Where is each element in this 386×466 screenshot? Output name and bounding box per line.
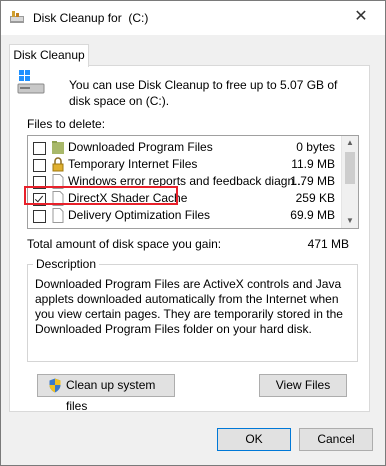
folder-icon (52, 141, 64, 154)
clean-up-system-files-label: Clean up system files (66, 378, 156, 413)
ok-button[interactable]: OK (217, 428, 291, 451)
lock-icon (52, 157, 64, 172)
highlight-box (24, 186, 178, 205)
file-size: 1.79 MB (290, 174, 335, 188)
title-bar: Disk Cleanup for (C:) ✕ (1, 1, 385, 35)
list-item[interactable]: Delivery Optimization Files 69.9 MB (28, 207, 341, 224)
intro-text: You can use Disk Cleanup to free up to 5… (69, 78, 338, 108)
total-label: Total amount of disk space you gain: (27, 237, 222, 251)
tab-disk-cleanup[interactable]: Disk Cleanup (9, 44, 89, 67)
view-files-button[interactable]: View Files (259, 374, 347, 397)
file-size: 69.9 MB (290, 208, 335, 222)
file-size: 259 KB (295, 191, 335, 205)
close-icon: ✕ (354, 8, 368, 25)
total-value: 471 MB (307, 237, 349, 251)
file-name: Temporary Internet Files (68, 157, 198, 171)
checkbox[interactable] (33, 210, 46, 223)
files-to-delete-label: Files to delete: (27, 117, 106, 131)
file-size: 11.9 MB (291, 157, 335, 171)
cancel-button[interactable]: Cancel (299, 428, 373, 451)
description-text: Downloaded Program Files are ActiveX con… (35, 277, 343, 336)
close-button[interactable]: ✕ (348, 6, 374, 28)
vertical-scrollbar[interactable]: ▲ ▼ (341, 136, 358, 228)
scroll-up-icon[interactable]: ▲ (342, 136, 358, 150)
shield-icon (49, 378, 61, 393)
description-title: Description (33, 257, 100, 271)
window-title: Disk Cleanup for (C:) (33, 11, 149, 25)
list-item[interactable]: Temporary Internet Files 11.9 MB (28, 156, 341, 173)
files-list[interactable]: Downloaded Program Files 0 bytes Tempora… (27, 135, 359, 229)
checkbox[interactable] (33, 159, 46, 172)
file-name: Delivery Optimization Files (68, 208, 211, 222)
drive-icon (17, 70, 45, 94)
file-name: Downloaded Program Files (68, 140, 213, 154)
document-icon (52, 208, 64, 223)
file-size: 0 bytes (296, 140, 335, 154)
checkbox[interactable] (33, 142, 46, 155)
scroll-down-icon[interactable]: ▼ (342, 214, 358, 228)
scroll-thumb[interactable] (345, 152, 355, 184)
list-item[interactable]: Downloaded Program Files 0 bytes (28, 139, 341, 156)
disk-cleanup-icon (10, 11, 24, 23)
clean-up-system-files-button[interactable]: Clean up system files (37, 374, 175, 413)
disk-cleanup-window: Disk Cleanup for (C:) ✕ Disk Cleanup You… (0, 0, 386, 466)
